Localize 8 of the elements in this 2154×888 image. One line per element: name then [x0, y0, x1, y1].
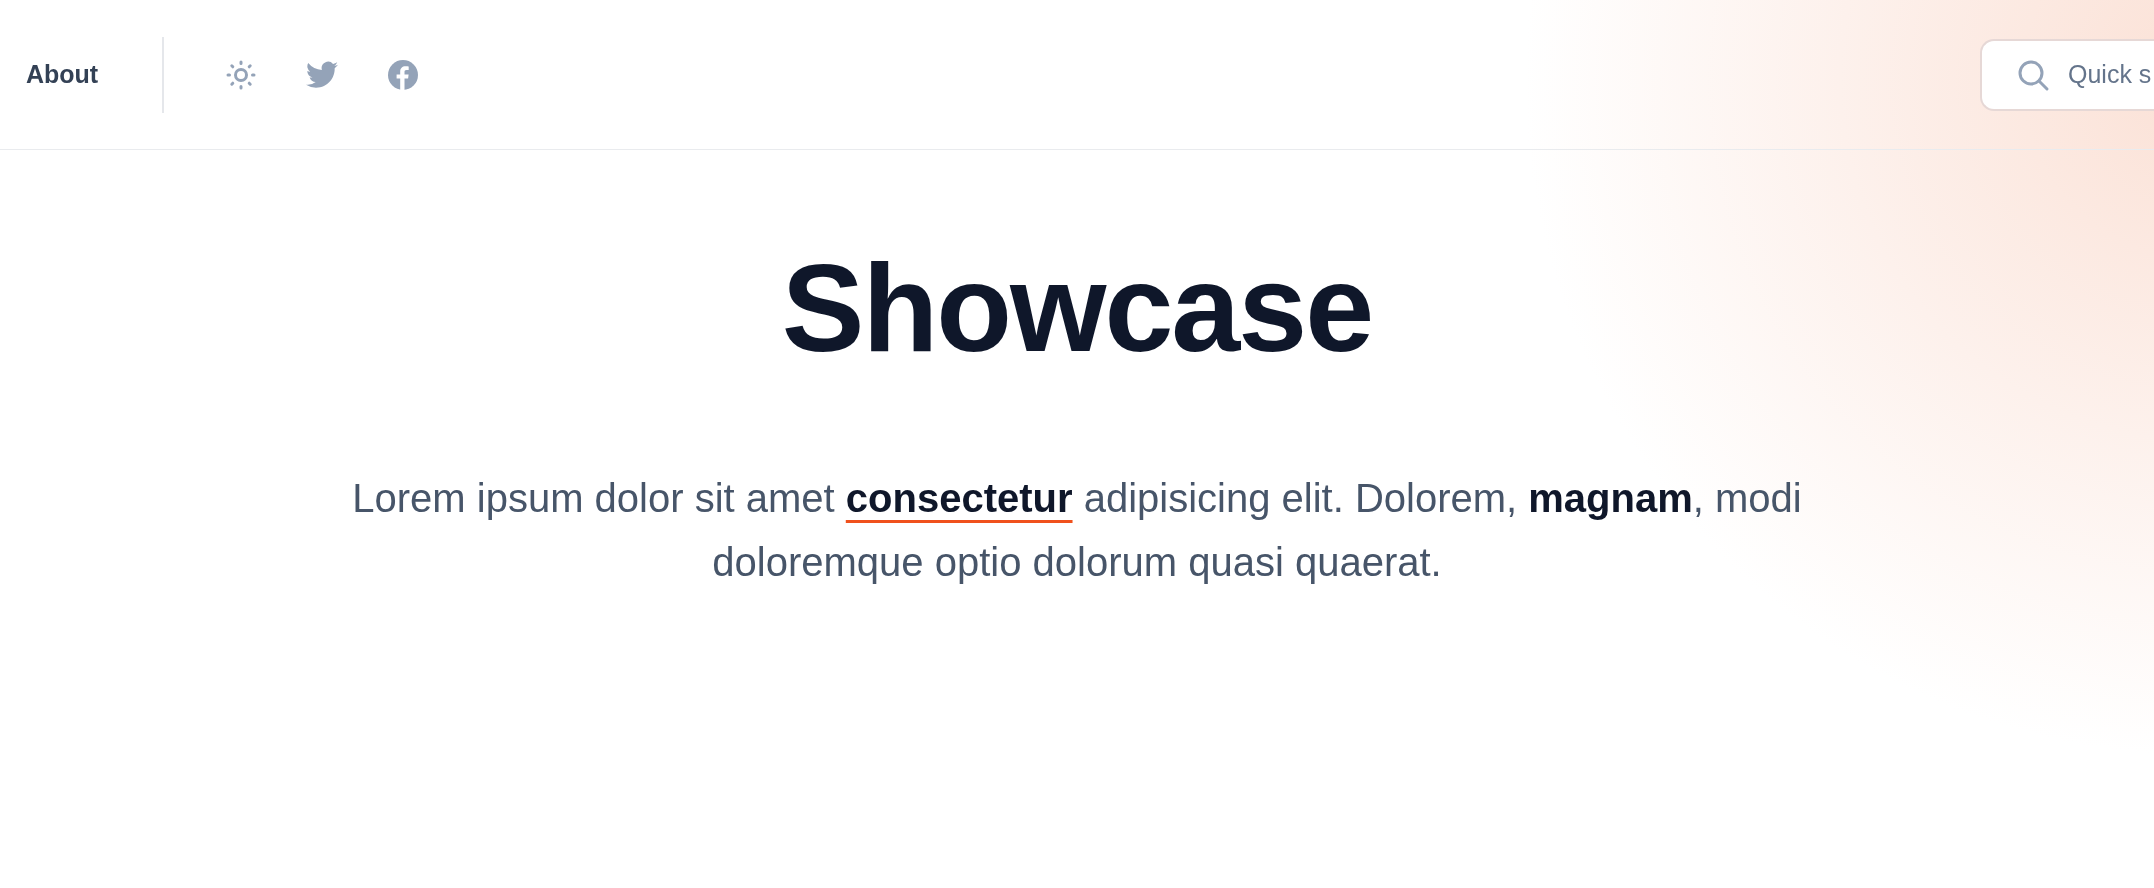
- sun-icon[interactable]: [226, 59, 257, 90]
- inline-link[interactable]: consectetur: [845, 476, 1073, 520]
- search-field[interactable]: Quick s: [1980, 38, 2154, 111]
- intro-paragraph: Lorem ipsum dolor sit amet consectetur adipisicing elit. Dolorem, magnam, modi doloremque optio dolorum quasi quaerat.: [351, 475, 1803, 586]
- page-title: Showcase: [780, 246, 1374, 370]
- bird-icon[interactable]: [306, 60, 339, 89]
- about-link[interactable]: About: [26, 60, 99, 89]
- facebook-icon[interactable]: [388, 59, 419, 90]
